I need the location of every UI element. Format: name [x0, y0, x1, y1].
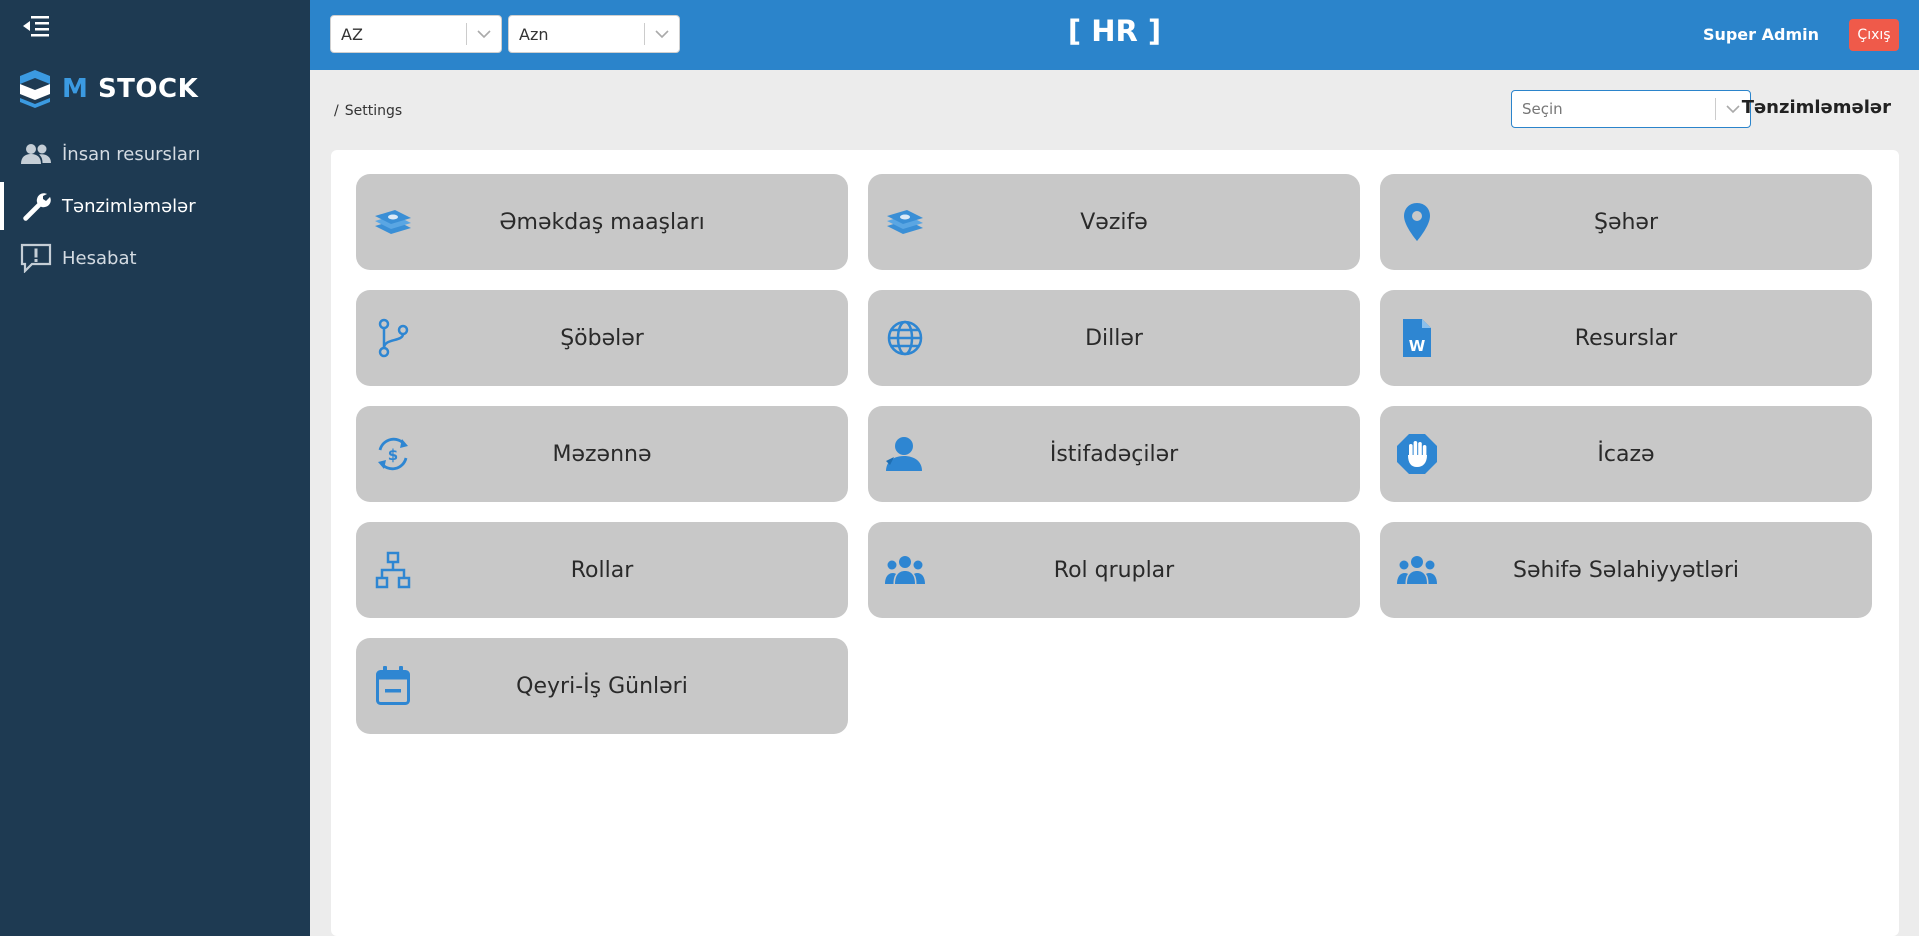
branch-icon — [372, 316, 414, 360]
tile-users[interactable]: İstifadəçilər — [868, 406, 1360, 502]
page-title: Tənzimləmələr — [1741, 97, 1891, 118]
tile-label: Rollar — [570, 557, 634, 583]
user-name[interactable]: Super Admin — [1703, 25, 1819, 44]
currency-select-value: Azn — [519, 24, 549, 44]
settings-select-placeholder: Seçin — [1522, 100, 1563, 118]
sidebar: M STOCK İnsan resursları Tənzimləmələr H… — [0, 0, 310, 936]
svg-text:$: $ — [388, 446, 398, 464]
settings-select[interactable]: Seçin — [1511, 90, 1751, 128]
sidebar-item-label: İnsan resursları — [62, 143, 201, 165]
money-stack-icon — [884, 200, 926, 244]
tile-label: Qeyri-İş Günləri — [516, 673, 688, 699]
tile-roles[interactable]: Rollar — [356, 522, 848, 618]
tile-label: Məzənnə — [552, 441, 652, 467]
sitemap-icon — [372, 548, 414, 592]
tile-exchange-rate[interactable]: $ Məzənnə — [356, 406, 848, 502]
language-select[interactable]: AZ — [330, 15, 502, 53]
tile-employee-salaries[interactable]: Əməkdaş maaşları — [356, 174, 848, 270]
sidebar-item-settings[interactable]: Tənzimləmələr — [0, 182, 310, 230]
tile-label: Dillər — [1085, 325, 1143, 351]
logo-mark-icon — [20, 70, 50, 108]
calendar-minus-icon — [372, 664, 414, 708]
tile-label: Rol qruplar — [1053, 557, 1175, 583]
logo-text: M STOCK — [62, 74, 199, 104]
tile-languages[interactable]: Dillər — [868, 290, 1360, 386]
money-stack-icon — [372, 200, 414, 244]
settings-card: Əməkdaş maaşları Vəzifə Şəhər Şöbələr Di… — [331, 150, 1899, 936]
tile-resources[interactable]: W Resurslar — [1380, 290, 1872, 386]
tile-label: Şəhər — [1593, 209, 1659, 235]
hand-stop-icon — [1396, 432, 1438, 476]
wrench-icon — [20, 191, 52, 221]
sidebar-item-human-resources[interactable]: İnsan resursları — [0, 130, 310, 178]
chevron-down-icon[interactable] — [645, 29, 679, 39]
breadcrumb-item-settings[interactable]: Settings — [345, 103, 402, 119]
tile-role-groups[interactable]: Rol qruplar — [868, 522, 1360, 618]
breadcrumb-separator: / — [334, 103, 339, 119]
tile-non-working-days[interactable]: Qeyri-İş Günləri — [356, 638, 848, 734]
tile-label: Şöbələr — [560, 325, 644, 351]
tile-label: İstifadəçilər — [1049, 441, 1179, 467]
tile-label: Vəzifə — [1080, 209, 1148, 235]
word-file-icon: W — [1396, 316, 1438, 360]
globe-icon — [884, 316, 926, 360]
users-group-icon — [884, 548, 926, 592]
sidebar-item-report[interactable]: Hesabat — [0, 234, 310, 282]
language-select-value: AZ — [341, 24, 363, 44]
logout-button[interactable]: Çıxış — [1849, 19, 1899, 51]
tile-position[interactable]: Vəzifə — [868, 174, 1360, 270]
menu-collapse-icon[interactable] — [22, 14, 50, 38]
tile-city[interactable]: Şəhər — [1380, 174, 1872, 270]
users-icon — [20, 139, 52, 169]
top-bar: AZ Azn [ HR ] Super Admin Çıxış — [310, 0, 1919, 70]
tile-page-permissions[interactable]: Səhifə Səlahiyyətləri — [1380, 522, 1872, 618]
breadcrumb: / Settings — [334, 103, 402, 119]
tile-permission[interactable]: İcazə — [1380, 406, 1872, 502]
app-logo[interactable]: M STOCK — [18, 70, 198, 108]
currency-exchange-icon: $ — [372, 432, 414, 476]
users-group-icon — [1396, 548, 1438, 592]
sidebar-item-label: Tənzimləmələr — [62, 195, 196, 217]
tile-departments[interactable]: Şöbələr — [356, 290, 848, 386]
map-pin-icon — [1396, 200, 1438, 244]
sidebar-item-label: Hesabat — [62, 247, 137, 269]
tile-label: Resurslar — [1574, 325, 1678, 351]
chevron-down-icon[interactable] — [467, 29, 501, 39]
tile-label: Səhifə Səlahiyyətləri — [1513, 557, 1739, 583]
report-icon — [20, 243, 52, 273]
tile-label: Əməkdaş maaşları — [499, 209, 705, 235]
user-icon — [884, 432, 926, 476]
tile-label: İcazə — [1597, 441, 1655, 467]
currency-select[interactable]: Azn — [508, 15, 680, 53]
svg-text:W: W — [1409, 337, 1426, 355]
